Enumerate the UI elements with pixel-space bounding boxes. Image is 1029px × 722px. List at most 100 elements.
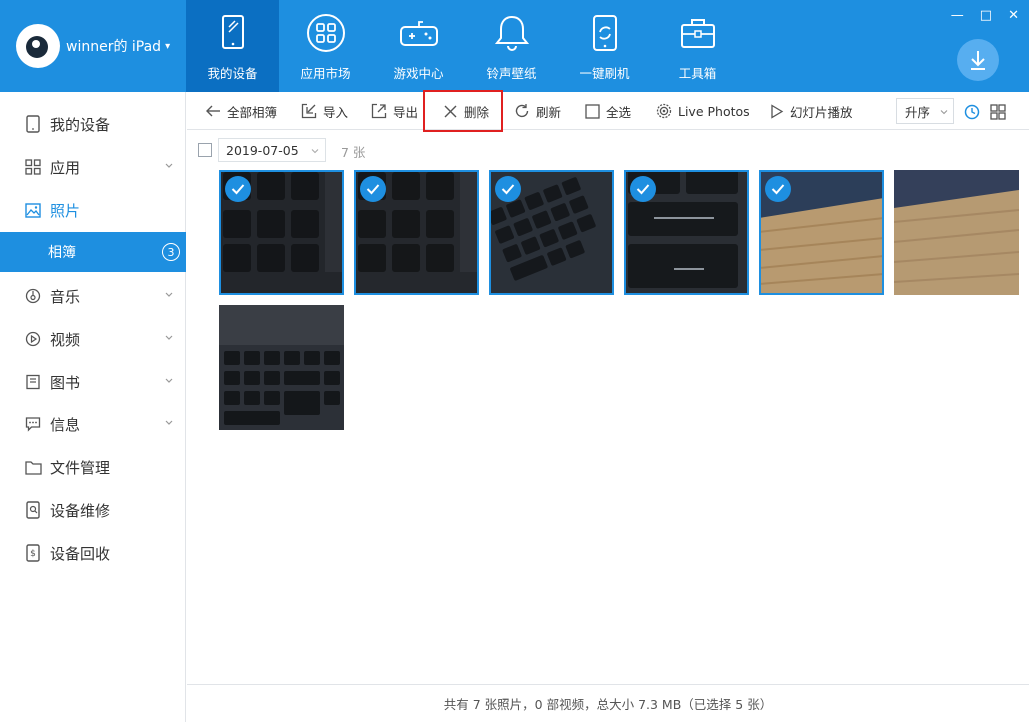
- photo-thumbnail[interactable]: [219, 170, 344, 295]
- apps-grid-icon: [24, 158, 42, 176]
- chevron-down-icon: [165, 292, 173, 297]
- toolbar-label: 全部相簿: [227, 104, 278, 120]
- play-icon: [24, 330, 42, 348]
- chevron-down-icon: [165, 378, 173, 383]
- album-count-badge: 3: [162, 243, 180, 261]
- photo-thumbnail[interactable]: [219, 305, 344, 430]
- wood-desk-photo-image: [894, 170, 1019, 295]
- device-name: winner的 iPad: [66, 39, 162, 55]
- sort-order-select[interactable]: 升序: [896, 98, 954, 124]
- sidebar-item-books[interactable]: 图书: [0, 362, 186, 402]
- nav-app-market[interactable]: 应用市场: [279, 0, 372, 92]
- keyboard-photo-image: [219, 305, 344, 430]
- sidebar-item-label: 设备回收: [50, 544, 111, 563]
- live-photos-button[interactable]: Live Photos: [656, 92, 750, 130]
- export-button[interactable]: 导出: [371, 92, 418, 130]
- import-button[interactable]: 导入: [301, 92, 348, 130]
- download-manager-button[interactable]: [957, 39, 999, 81]
- book-icon: [24, 373, 42, 391]
- bell-icon: [494, 15, 529, 51]
- back-to-all-albums-button[interactable]: 全部相簿: [205, 92, 277, 130]
- window-controls: — □ ✕: [951, 8, 1019, 23]
- chevron-down-icon: ▾: [165, 40, 171, 52]
- sidebar-item-device-recycle[interactable]: $ 设备回收: [0, 533, 186, 573]
- chevron-down-icon: [940, 110, 948, 115]
- nav-label: 一键刷机: [579, 66, 630, 81]
- play-icon: [771, 103, 784, 119]
- sidebar-item-label: 文件管理: [50, 458, 111, 477]
- top-bar: winner的 iPad ▾ 我的设备 应用市场 游戏中心 铃声壁纸 一键刷机 …: [0, 0, 1029, 92]
- checkbox-icon: [585, 103, 600, 119]
- toolbar-label: 导入: [323, 104, 349, 120]
- close-button[interactable]: ✕: [1008, 8, 1019, 23]
- chevron-down-icon: [165, 420, 173, 425]
- sidebar-item-music[interactable]: 音乐: [0, 276, 186, 316]
- selected-check-icon: [360, 176, 386, 202]
- nav-label: 工具箱: [678, 66, 717, 81]
- minimize-button[interactable]: —: [951, 8, 964, 23]
- sidebar: 我的设备 应用 照片 相簿 3 音乐 视频 图书 信息 文件管理 设备维修 $ …: [0, 92, 186, 722]
- date-group-checkbox[interactable]: [198, 143, 212, 157]
- toolbar-label: 全选: [606, 104, 632, 120]
- tablet-icon: [24, 115, 42, 133]
- photo-thumbnail[interactable]: [489, 170, 614, 295]
- date-value: 2019-07-05: [226, 142, 299, 158]
- nav-ringtones-wallpapers[interactable]: 铃声壁纸: [465, 0, 558, 92]
- arrow-left-icon: [206, 105, 220, 117]
- toolbar-label: 导出: [393, 104, 419, 120]
- phone-refresh-icon: [592, 15, 617, 51]
- sidebar-item-apps[interactable]: 应用: [0, 147, 186, 187]
- sidebar-item-label: 音乐: [50, 287, 81, 306]
- nav-one-click-flash[interactable]: 一键刷机: [558, 0, 651, 92]
- chevron-down-icon: [311, 149, 319, 154]
- sidebar-item-photos[interactable]: 照片: [0, 190, 186, 230]
- status-bar: 共有 7 张照片，0 部视频，总大小 7.3 MB（已选择 5 张）: [187, 684, 1029, 722]
- nav-label: 我的设备: [207, 66, 258, 81]
- repair-icon: [24, 501, 42, 519]
- sidebar-item-label: 应用: [50, 158, 81, 177]
- sidebar-item-my-device[interactable]: 我的设备: [0, 104, 186, 144]
- folder-icon: [24, 458, 42, 476]
- import-icon: [301, 103, 317, 119]
- photo-thumbnail[interactable]: [759, 170, 884, 295]
- nav-my-device[interactable]: 我的设备: [186, 0, 279, 92]
- sidebar-item-label: 图书: [50, 373, 81, 392]
- refresh-button[interactable]: 刷新: [514, 92, 561, 130]
- photo-thumbnail[interactable]: [354, 170, 479, 295]
- grid-view-icon[interactable]: [990, 104, 1006, 120]
- slideshow-button[interactable]: 幻灯片播放: [770, 92, 853, 130]
- device-selector[interactable]: winner的 iPad ▾: [0, 0, 186, 92]
- nav-game-center[interactable]: 游戏中心: [372, 0, 465, 92]
- sidebar-item-messages[interactable]: 信息: [0, 404, 186, 444]
- sidebar-item-label: 相簿: [48, 245, 76, 261]
- photo-count: 7 张: [341, 145, 366, 160]
- sidebar-item-video[interactable]: 视频: [0, 319, 186, 359]
- maximize-button[interactable]: □: [980, 8, 992, 23]
- message-icon: [24, 415, 42, 433]
- sidebar-item-label: 信息: [50, 415, 81, 434]
- toolbox-icon: [680, 19, 715, 48]
- sort-order-value: 升序: [905, 104, 931, 120]
- gamepad-icon: [399, 21, 438, 46]
- sidebar-item-label: 我的设备: [50, 115, 111, 134]
- chevron-down-icon: [165, 335, 173, 340]
- date-select[interactable]: 2019-07-05: [218, 138, 326, 162]
- sidebar-item-label: 照片: [50, 201, 81, 220]
- sidebar-item-device-repair[interactable]: 设备维修: [0, 490, 186, 530]
- svg-text:$: $: [30, 549, 36, 559]
- photo-thumbnail[interactable]: [894, 170, 1019, 295]
- sidebar-item-file-manager[interactable]: 文件管理: [0, 447, 186, 487]
- clock-icon[interactable]: [964, 104, 980, 120]
- selected-check-icon: [630, 176, 656, 202]
- live-photo-icon: [656, 103, 672, 119]
- photo-thumbnail[interactable]: [624, 170, 749, 295]
- nav-label: 铃声壁纸: [486, 66, 537, 81]
- nav-toolbox[interactable]: 工具箱: [651, 0, 744, 92]
- sidebar-item-albums[interactable]: 相簿 3: [0, 232, 186, 272]
- chevron-down-icon: [165, 163, 173, 168]
- export-icon: [371, 103, 387, 119]
- select-all-button[interactable]: 全选: [585, 92, 631, 130]
- toolbar-label: 幻灯片播放: [790, 104, 853, 120]
- sidebar-item-label: 视频: [50, 330, 81, 349]
- toolbar-label: Live Photos: [678, 103, 750, 119]
